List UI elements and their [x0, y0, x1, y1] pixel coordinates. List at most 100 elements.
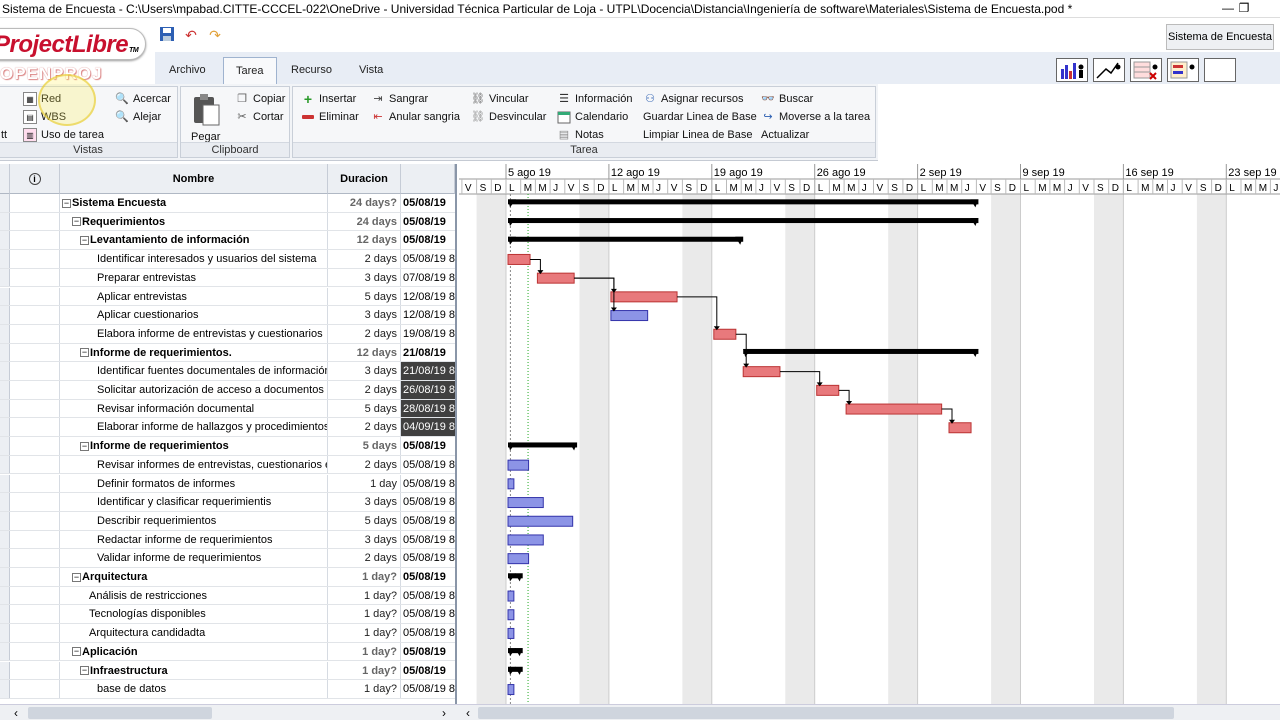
duration-cell[interactable]: 3 days	[328, 306, 401, 324]
start-cell[interactable]: 07/08/19 8	[401, 269, 455, 287]
header-nombre[interactable]: Nombre	[60, 164, 328, 194]
uso-de-tarea-button[interactable]: ▥ Uso de tarea	[23, 127, 104, 143]
task-row[interactable]: Aplicar cuestionarios 3 days 12/08/19 8	[0, 306, 455, 325]
copiar-button[interactable]: ❐ Copiar	[235, 91, 285, 107]
duration-cell[interactable]: 3 days	[328, 268, 401, 287]
cortar-button[interactable]: ✂ Cortar	[235, 109, 283, 125]
acercar-button[interactable]: 🔍 Acercar	[115, 91, 171, 107]
tab-recurso[interactable]: Recurso	[279, 57, 344, 84]
start-cell[interactable]: 05/08/19 8	[401, 605, 455, 623]
task-row[interactable]: − Informe de requerimientos 5 days 05/08/19	[0, 437, 455, 456]
duration-cell[interactable]: 1 day?	[328, 586, 401, 605]
start-cell[interactable]: 21/08/19	[401, 344, 455, 362]
row-id-cell[interactable]	[0, 605, 10, 624]
table-scroll-right[interactable]: ›	[442, 706, 446, 720]
task-name-cell[interactable]: − Levantamiento de información	[60, 231, 328, 250]
row-id-cell[interactable]	[0, 680, 10, 698]
header-duracion[interactable]: Duracion	[328, 164, 401, 194]
task-row[interactable]: − Infraestructura 1 day? 05/08/19	[0, 661, 455, 681]
gantt-scroll-left[interactable]: ‹	[466, 706, 470, 720]
row-id-cell[interactable]	[0, 642, 10, 661]
limpiar-linea-base-button[interactable]: Limpiar Linea de Base	[625, 127, 752, 143]
start-cell[interactable]: 05/08/19	[401, 662, 455, 680]
collapse-icon[interactable]: −	[80, 348, 89, 358]
collapse-icon[interactable]: −	[80, 666, 89, 676]
resource-usage-view-icon[interactable]	[1130, 58, 1162, 82]
row-id-cell[interactable]	[0, 511, 10, 530]
row-id-cell[interactable]	[0, 530, 10, 549]
task-name-cell[interactable]: − Informe de requerimientos	[60, 437, 328, 455]
start-cell[interactable]: 05/08/19	[401, 213, 455, 231]
header-id[interactable]	[0, 164, 10, 194]
row-id-cell[interactable]	[0, 268, 10, 287]
start-cell[interactable]: 05/08/19 8	[401, 587, 455, 605]
guardar-linea-base-button[interactable]: Guardar Linea de Base	[625, 109, 757, 125]
task-name-cell[interactable]: Identificar interesados y usuarios del s…	[60, 250, 328, 268]
start-cell[interactable]: 05/08/19 8	[401, 475, 455, 493]
task-name-cell[interactable]: Definir formatos de informes	[60, 474, 328, 493]
duration-cell[interactable]: 2 days	[328, 549, 401, 567]
informacion-button[interactable]: ☰ Información	[557, 91, 632, 107]
task-row[interactable]: Elabora informe de entrevistas y cuestio…	[0, 324, 455, 344]
row-id-cell[interactable]	[0, 493, 10, 511]
start-cell[interactable]: 05/08/19	[401, 568, 455, 586]
row-id-cell[interactable]	[0, 231, 10, 250]
duration-cell[interactable]: 1 day	[328, 474, 401, 493]
collapse-icon[interactable]: −	[72, 572, 81, 582]
duration-cell[interactable]: 2 days	[328, 455, 401, 474]
start-cell[interactable]: 05/08/19 8	[401, 512, 455, 530]
anular-sangria-button[interactable]: ⇤ Anular sangria	[371, 109, 460, 125]
start-cell[interactable]: 05/08/19 8	[401, 624, 455, 642]
row-id-cell[interactable]	[0, 455, 10, 474]
task-name-cell[interactable]: Revisar información documental	[60, 399, 328, 418]
moverse-a-tarea-button[interactable]: ↪ Moverse a la tarea	[761, 109, 870, 125]
task-row[interactable]: Elaborar informe de hallazgos y procedim…	[0, 418, 455, 438]
row-id-cell[interactable]	[0, 474, 10, 493]
task-name-cell[interactable]: − Requerimientos	[60, 212, 328, 231]
start-cell[interactable]: 05/08/19 8	[401, 549, 455, 567]
start-cell[interactable]: 21/08/19 8	[401, 362, 455, 380]
duration-cell[interactable]: 2 days	[328, 381, 401, 399]
insertar-button[interactable]: + Insertar	[301, 91, 356, 107]
task-row[interactable]: Definir formatos de informes 1 day 05/08/1…	[0, 474, 455, 494]
start-cell[interactable]: 12/08/19 8	[401, 306, 455, 324]
task-name-cell[interactable]: Revisar informes de entrevistas, cuestio…	[60, 455, 328, 474]
row-id-cell[interactable]	[0, 194, 10, 212]
duration-cell[interactable]: 24 days	[328, 212, 401, 231]
task-row[interactable]: Solicitar autorización de acceso a docum…	[0, 381, 455, 400]
start-cell[interactable]: 05/08/19 8	[401, 493, 455, 511]
header-inicio[interactable]	[401, 164, 455, 194]
calendario-button[interactable]: Calendario	[557, 109, 628, 125]
task-name-cell[interactable]: Elaborar informe de hallazgos y procedim…	[60, 418, 328, 437]
row-id-cell[interactable]	[0, 568, 10, 586]
start-cell[interactable]: 19/08/19 8	[401, 325, 455, 343]
row-id-cell[interactable]	[0, 437, 10, 455]
row-id-cell[interactable]	[0, 399, 10, 418]
sangrar-button[interactable]: ⇥ Sangrar	[371, 91, 428, 107]
duration-cell[interactable]: 12 days	[328, 343, 401, 362]
table-scroll-thumb[interactable]	[28, 707, 212, 719]
task-name-cell[interactable]: Describir requerimientos	[60, 511, 328, 530]
task-row[interactable]: − Levantamiento de información 12 days 05/0…	[0, 231, 455, 251]
row-id-cell[interactable]	[0, 661, 10, 680]
duration-cell[interactable]: 3 days	[328, 362, 401, 380]
task-name-cell[interactable]: Tecnologías disponibles	[60, 605, 328, 624]
notas-button[interactable]: ▤ Notas	[557, 127, 604, 143]
gantt-button[interactable]: tt	[0, 127, 7, 143]
header-indicators[interactable]: i	[10, 164, 60, 194]
task-name-cell[interactable]: − Informe de requerimientos.	[60, 343, 328, 362]
row-id-cell[interactable]	[0, 362, 10, 380]
gantt-scroll-thumb[interactable]	[478, 707, 1174, 719]
histogram-view-icon[interactable]	[1056, 58, 1088, 82]
task-name-cell[interactable]: − Aplicación	[60, 642, 328, 661]
blank-view-icon[interactable]	[1204, 58, 1236, 82]
duration-cell[interactable]: 1 day?	[328, 661, 401, 680]
task-row[interactable]: − Arquitectura 1 day? 05/08/19	[0, 568, 455, 587]
task-name-cell[interactable]: Aplicar entrevistas	[60, 287, 328, 306]
task-name-cell[interactable]: Redactar informe de requerimientos	[60, 530, 328, 549]
redo-icon[interactable]: ↷	[206, 26, 224, 44]
collapse-icon[interactable]: −	[72, 217, 81, 227]
task-name-cell[interactable]: Aplicar cuestionarios	[60, 306, 328, 324]
task-row[interactable]: Identificar fuentes documentales de info…	[0, 362, 455, 381]
start-cell[interactable]: 04/09/19 8	[401, 418, 455, 437]
